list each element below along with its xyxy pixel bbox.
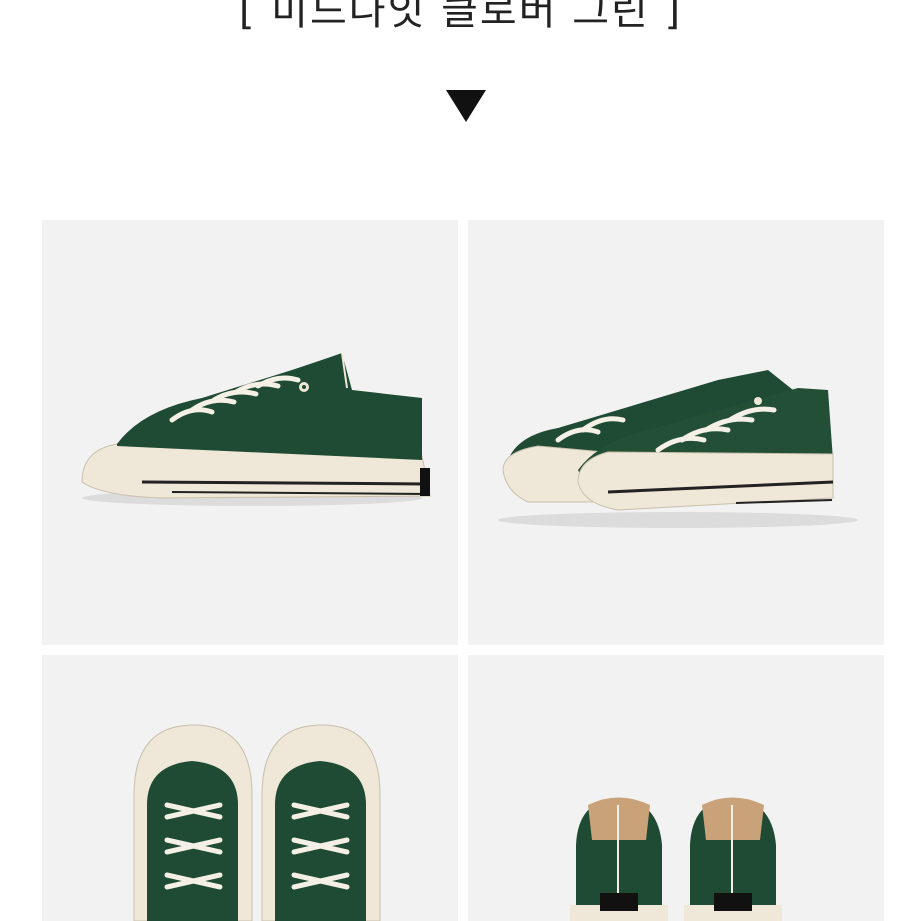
product-photo-pair-view[interactable] xyxy=(468,220,884,645)
sneaker-back-illustration xyxy=(570,797,782,921)
product-photo-top-view[interactable] xyxy=(42,655,458,921)
product-photo-side-view[interactable] xyxy=(42,220,458,645)
product-photo-back-view[interactable] xyxy=(468,655,884,921)
down-arrow-icon xyxy=(446,90,486,122)
sneaker-side-illustration xyxy=(81,352,431,506)
sneaker-top-illustration xyxy=(133,724,381,921)
product-color-title: [ 미드나잇 클로버 그린 ] xyxy=(238,0,683,34)
sneaker-pair-illustration xyxy=(498,370,858,528)
